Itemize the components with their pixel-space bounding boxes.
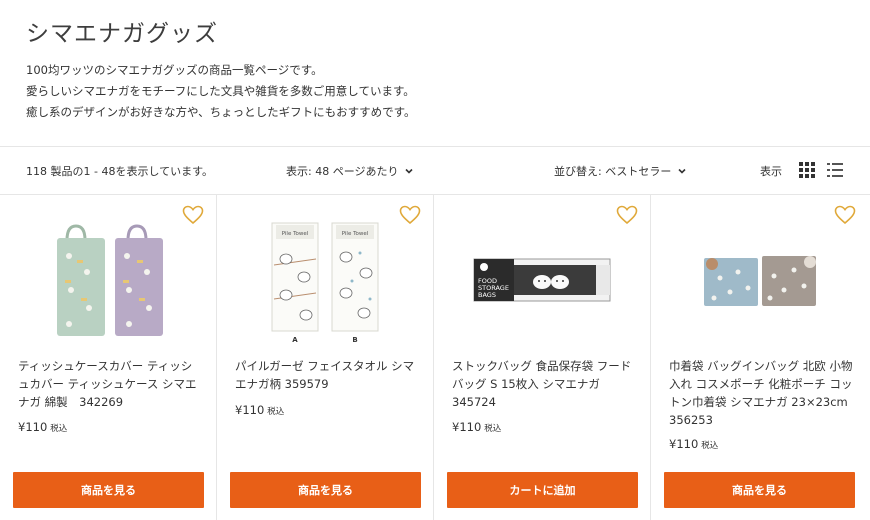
price-value: ¥110: [235, 403, 265, 417]
product-name[interactable]: 巾着袋 バッグインバッグ 北欧 小物入れ コスメポーチ 化粧ポーチ コットン巾着…: [669, 357, 859, 429]
description-line: 癒し系のデザインがお好きな方や、ちょっとしたギフトにもおすすめです。: [26, 105, 416, 119]
listing-toolbar: 118 製品の1 - 48を表示しています。 表示: 48 ページあたり 並び替…: [0, 147, 870, 195]
result-count: 118 製品の1 - 48を表示しています。: [26, 165, 214, 178]
product-image[interactable]: [0, 215, 216, 345]
towel-package-label: Pile Towel: [342, 231, 369, 237]
product-image[interactable]: FOOD STORAGE BAGS: [434, 215, 650, 345]
price-tax-label: 税込: [484, 424, 502, 434]
sort-label: 並び替え: ベストセラー: [554, 165, 672, 178]
price-tax-label: 税込: [50, 424, 68, 434]
chevron-down-icon: [405, 168, 414, 174]
face-towel-image: Pile Towel A Pile Towel B: [271, 222, 379, 344]
chevron-down-icon: [678, 168, 686, 174]
tissue-cover-image: [57, 224, 163, 336]
product-image[interactable]: Pile Towel A Pile Towel B: [217, 215, 433, 345]
drawstring-pouch-image: [703, 256, 816, 306]
per-page-select[interactable]: 表示: 48 ページあたり: [286, 163, 414, 179]
product-card[interactable]: ティッシュケースカバー ティッシュカバー ティッシュケース シマエナガ 綿製 3…: [0, 195, 217, 520]
product-grid: ティッシュケースカバー ティッシュカバー ティッシュケース シマエナガ 綿製 3…: [0, 195, 870, 520]
view-product-button[interactable]: 商品を見る: [13, 472, 204, 508]
product-name[interactable]: ティッシュケースカバー ティッシュカバー ティッシュケース シマエナガ 綿製 3…: [18, 357, 202, 411]
product-name[interactable]: パイルガーゼ フェイスタオル シマエナガ柄 359579: [235, 357, 419, 393]
product-price: ¥110 税込: [452, 420, 501, 434]
add-to-cart-button[interactable]: カートに追加: [447, 472, 638, 508]
product-card[interactable]: FOOD STORAGE BAGS ストックバッグ 食品保存袋 フードバッグ S…: [434, 195, 651, 520]
sort-select[interactable]: 並び替え: ベストセラー: [554, 163, 687, 179]
per-page-label: 表示: 48 ページあたり: [286, 165, 399, 178]
view-product-button[interactable]: 商品を見る: [230, 472, 421, 508]
storage-bag-box-image: FOOD STORAGE BAGS: [473, 258, 611, 302]
page-description: 100均ワッツのシマエナガグッズの商品一覧ページです。 愛らしいシマエナガをモチ…: [26, 60, 416, 123]
product-price: ¥110 税込: [18, 420, 67, 434]
price-value: ¥110: [669, 437, 699, 451]
page-title: シマエナガグッズ: [26, 21, 218, 47]
price-value: ¥110: [452, 420, 482, 434]
box-label: BAGS: [478, 291, 496, 299]
price-value: ¥110: [18, 420, 48, 434]
view-mode-label: 表示: [760, 165, 782, 178]
price-tax-label: 税込: [701, 441, 719, 451]
variant-label: B: [352, 336, 357, 344]
variant-label: A: [292, 336, 298, 344]
description-line: 100均ワッツのシマエナガグッズの商品一覧ページです。: [26, 63, 323, 77]
product-card[interactable]: 巾着袋 バッグインバッグ 北欧 小物入れ コスメポーチ 化粧ポーチ コットン巾着…: [651, 195, 868, 520]
grid-view-icon[interactable]: [799, 162, 815, 178]
view-product-button[interactable]: 商品を見る: [664, 472, 855, 508]
list-view-icon[interactable]: [827, 162, 843, 178]
product-card[interactable]: Pile Towel A Pile Towel B パイルガーゼ フェイスタオル…: [217, 195, 434, 520]
product-name[interactable]: ストックバッグ 食品保存袋 フードバッグ S 15枚入 シマエナガ 345724: [452, 357, 636, 411]
product-image[interactable]: [651, 215, 868, 345]
product-price: ¥110 税込: [669, 437, 718, 451]
product-price: ¥110 税込: [235, 403, 284, 417]
page-header: シマエナガグッズ 100均ワッツのシマエナガグッズの商品一覧ページです。 愛らし…: [0, 0, 870, 147]
description-line: 愛らしいシマエナガをモチーフにした文具や雑貨を多数ご用意しています。: [26, 84, 415, 98]
price-tax-label: 税込: [267, 407, 285, 417]
towel-package-label: Pile Towel: [282, 231, 309, 237]
